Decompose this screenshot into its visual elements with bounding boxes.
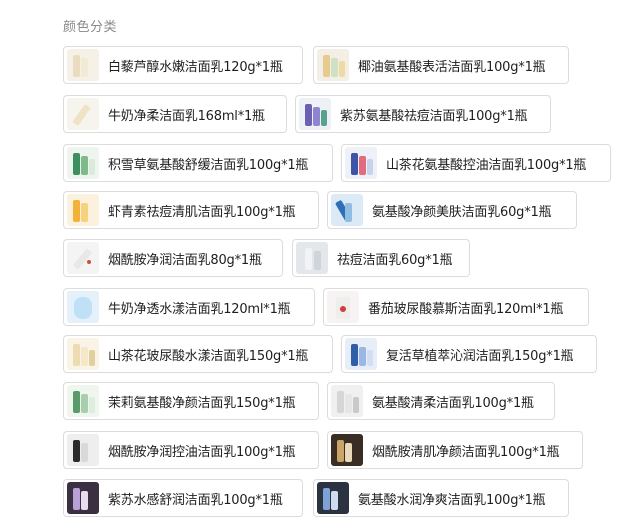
option-niacinamide-clear-100g[interactable]: 烟酰胺清肌净颜洁面乳100g*1瓶 — [327, 431, 583, 469]
option-label: 山茶花玻尿酸水漾洁面乳150g*1瓶 — [108, 348, 309, 364]
product-thumbnail — [67, 147, 99, 179]
option-label: 紫苏氨基酸祛痘洁面乳100g*1瓶 — [340, 108, 528, 124]
option-label: 祛痘洁面乳60g*1瓶 — [337, 252, 453, 268]
option-centella-amino-100g[interactable]: 积雪草氨基酸舒缓洁面乳100g*1瓶 — [63, 144, 333, 182]
product-thumbnail — [345, 147, 377, 179]
option-label: 茉莉氨基酸净颜洁面乳150g*1瓶 — [108, 395, 296, 411]
option-label: 白藜芦醇水嫩洁面乳120g*1瓶 — [108, 59, 283, 75]
product-thumbnail — [67, 194, 99, 226]
option-label: 椰油氨基酸表活洁面乳100g*1瓶 — [358, 59, 546, 75]
product-thumbnail — [67, 49, 99, 81]
option-amino-beauty-60g[interactable]: 氨基酸净颜美肤洁面乳60g*1瓶 — [327, 191, 577, 229]
option-acne-60g[interactable]: 祛痘洁面乳60g*1瓶 — [292, 239, 470, 277]
option-niacinamide-moist-80g[interactable]: 烟酰胺净润洁面乳80g*1瓶 — [63, 239, 283, 277]
option-perilla-soothing-100g[interactable]: 紫苏水感舒润洁面乳100g*1瓶 — [63, 479, 303, 517]
product-thumbnail — [317, 49, 349, 81]
option-camellia-oil-control-100g[interactable]: 山茶花氨基酸控油洁面乳100g*1瓶 — [341, 144, 611, 182]
product-thumbnail — [331, 194, 363, 226]
option-label: 牛奶净柔洁面乳168ml*1瓶 — [108, 108, 265, 124]
option-label: 虾青素祛痘清肌洁面乳100g*1瓶 — [108, 204, 296, 220]
option-label: 烟酰胺清肌净颜洁面乳100g*1瓶 — [372, 444, 560, 460]
product-thumbnail — [67, 291, 99, 323]
option-tomato-ha-mousse-120ml[interactable]: 番茄玻尿酸慕斯洁面乳120ml*1瓶 — [323, 288, 589, 326]
option-niacinamide-oil-control-100g[interactable]: 烟酰胺净润控油洁面乳100g*1瓶 — [63, 431, 319, 469]
product-thumbnail — [331, 385, 363, 417]
option-label: 牛奶净透水漾洁面乳120ml*1瓶 — [108, 301, 291, 317]
option-label: 氨基酸净颜美肤洁面乳60g*1瓶 — [372, 204, 552, 220]
color-category-section: 颜色分类 白藜芦醇水嫩洁面乳120g*1瓶 椰油氨基酸表活洁面乳100g*1瓶 … — [0, 0, 634, 526]
option-label: 氨基酸水润净爽洁面乳100g*1瓶 — [358, 492, 546, 508]
option-coconut-amino-100g[interactable]: 椰油氨基酸表活洁面乳100g*1瓶 — [313, 46, 569, 84]
option-camellia-ha-150g[interactable]: 山茶花玻尿酸水漾洁面乳150g*1瓶 — [63, 335, 333, 373]
product-thumbnail — [317, 482, 349, 514]
product-thumbnail — [331, 434, 363, 466]
option-jasmine-amino-150g[interactable]: 茉莉氨基酸净颜洁面乳150g*1瓶 — [63, 382, 319, 420]
option-amino-gentle-100g[interactable]: 氨基酸清柔洁面乳100g*1瓶 — [327, 382, 555, 420]
product-thumbnail — [67, 338, 99, 370]
product-thumbnail — [67, 434, 99, 466]
option-label: 积雪草氨基酸舒缓洁面乳100g*1瓶 — [108, 157, 309, 173]
option-label: 山茶花氨基酸控油洁面乳100g*1瓶 — [386, 157, 587, 173]
option-label: 紫苏水感舒润洁面乳100g*1瓶 — [108, 492, 283, 508]
option-milk-clear-120ml[interactable]: 牛奶净透水漾洁面乳120ml*1瓶 — [63, 288, 315, 326]
option-amino-hydrating-100g[interactable]: 氨基酸水润净爽洁面乳100g*1瓶 — [313, 479, 569, 517]
option-label: 番茄玻尿酸慕斯洁面乳120ml*1瓶 — [368, 301, 564, 317]
option-label: 烟酰胺净润洁面乳80g*1瓶 — [108, 252, 262, 268]
product-thumbnail — [345, 338, 377, 370]
option-label: 复活草植萃沁润洁面乳150g*1瓶 — [386, 348, 574, 364]
option-baliluchun-120g[interactable]: 白藜芦醇水嫩洁面乳120g*1瓶 — [63, 46, 303, 84]
option-milk-gentle-168ml[interactable]: 牛奶净柔洁面乳168ml*1瓶 — [63, 95, 287, 133]
product-thumbnail — [327, 291, 359, 323]
option-resurrection-plant-150g[interactable]: 复活草植萃沁润洁面乳150g*1瓶 — [341, 335, 597, 373]
option-perilla-amino-100g[interactable]: 紫苏氨基酸祛痘洁面乳100g*1瓶 — [295, 95, 551, 133]
option-label: 氨基酸清柔洁面乳100g*1瓶 — [372, 395, 534, 411]
section-title: 颜色分类 — [63, 20, 118, 35]
product-thumbnail — [67, 385, 99, 417]
product-thumbnail — [299, 98, 331, 130]
option-label: 烟酰胺净润控油洁面乳100g*1瓶 — [108, 444, 296, 460]
option-astaxanthin-acne-100g[interactable]: 虾青素祛痘清肌洁面乳100g*1瓶 — [63, 191, 319, 229]
product-thumbnail — [296, 242, 328, 274]
product-thumbnail — [67, 242, 99, 274]
product-thumbnail — [67, 98, 99, 130]
product-thumbnail — [67, 482, 99, 514]
